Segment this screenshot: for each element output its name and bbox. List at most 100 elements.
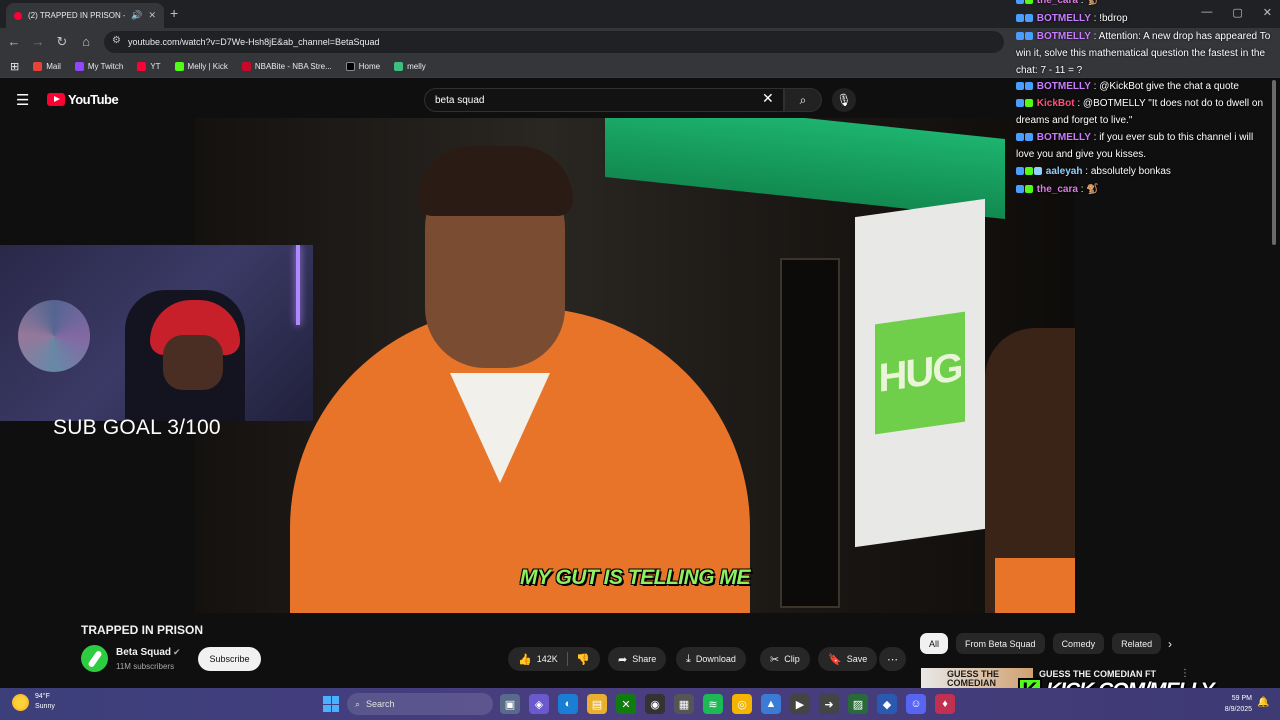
app-icon[interactable]: ♦ xyxy=(935,694,955,714)
streamer-face xyxy=(163,335,223,390)
system-clock[interactable]: 59 PM 8/9/2025 xyxy=(1196,693,1252,715)
terminal-icon[interactable]: ➜ xyxy=(819,694,839,714)
subscriber-count: 11M subscribers xyxy=(116,662,175,671)
photos-icon[interactable]: ▲ xyxy=(761,694,781,714)
share-icon: ➦ xyxy=(618,653,628,666)
channel-avatar[interactable] xyxy=(81,645,108,672)
hamburger-menu-icon[interactable]: ☰ xyxy=(16,91,29,109)
speaker-icon[interactable]: 🔊 xyxy=(131,10,142,21)
url-text: youtube.com/watch?v=D7We-Hsh8jE&ab_chann… xyxy=(128,37,380,47)
youtube-icon xyxy=(137,62,147,71)
gmail-icon xyxy=(33,62,43,71)
start-button[interactable] xyxy=(323,696,339,712)
chat-message: KickBot : @BOTMELLY "It does not do to d… xyxy=(1016,98,1264,126)
download-button[interactable]: ⤓ Download xyxy=(676,647,746,671)
youtube-logo[interactable]: YouTube xyxy=(47,92,119,107)
clip-button[interactable]: ✂ Clip xyxy=(760,647,810,671)
site-info-icon[interactable]: ⚙ xyxy=(112,35,121,46)
chevron-right-icon[interactable]: › xyxy=(1168,637,1172,651)
youtube-play-icon xyxy=(47,93,65,106)
led-strip xyxy=(296,245,300,325)
chip-comedy[interactable]: Comedy xyxy=(1052,633,1105,654)
bot-badge-icon xyxy=(1025,14,1033,22)
task-view-icon[interactable]: ▣ xyxy=(500,694,520,714)
reload-icon[interactable]: ↻ xyxy=(54,34,70,50)
taskbar-search[interactable]: ⌕ Search xyxy=(347,693,493,715)
badge-icon xyxy=(1016,32,1024,40)
obs-icon[interactable]: ◉ xyxy=(645,694,665,714)
page-scrollbar[interactable] xyxy=(1272,80,1276,245)
x-icon xyxy=(345,62,355,71)
screen: (2) TRAPPED IN PRISON - Y 🔊 ✕ + — ▢ ✕ ← … xyxy=(0,0,1280,720)
weather-widget[interactable]: 94°F Sunny xyxy=(12,692,55,712)
badge-icon xyxy=(1025,0,1033,4)
chat-message: BOTMELLY : if you ever sub to this chann… xyxy=(1016,132,1254,160)
like-icon[interactable]: 👍 xyxy=(518,653,532,666)
save-button[interactable]: 🔖 Save xyxy=(818,647,878,671)
chip-from-beta-squad[interactable]: From Beta Squad xyxy=(956,633,1045,654)
chrome-icon[interactable]: ◎ xyxy=(732,694,752,714)
clear-search-icon[interactable]: ✕ xyxy=(762,90,774,107)
like-dislike-group: 👍 142K 👎 xyxy=(508,647,600,671)
apps-grid-icon[interactable]: ⊞ xyxy=(10,60,19,73)
bookmark-melly-kick[interactable]: Melly | Kick xyxy=(174,62,228,71)
dislike-icon[interactable]: 👎 xyxy=(576,653,590,666)
bookmark-yt[interactable]: YT xyxy=(137,62,161,71)
search-value: beta squad xyxy=(435,94,485,106)
wall-decoration xyxy=(18,300,90,372)
close-tab-icon[interactable]: ✕ xyxy=(148,10,156,21)
app-icon[interactable]: ◆ xyxy=(877,694,897,714)
bot-badge-icon xyxy=(1025,133,1033,141)
microphone-icon: 🎙 xyxy=(836,93,852,107)
badge-icon xyxy=(1034,167,1042,175)
xbox-icon[interactable]: ✕ xyxy=(616,694,636,714)
share-button[interactable]: ➦ Share xyxy=(608,647,667,671)
url-input[interactable]: ⚙ youtube.com/watch?v=D7We-Hsh8jE&ab_cha… xyxy=(104,31,1004,53)
bookmark-my-twitch[interactable]: My Twitch xyxy=(74,62,123,71)
file-explorer-icon[interactable]: ▤ xyxy=(587,694,607,714)
bookmark-home[interactable]: Home xyxy=(345,62,380,71)
media-player-icon[interactable]: ▶ xyxy=(790,694,810,714)
chat-message: BOTMELLY : !bdrop xyxy=(1016,10,1274,27)
badge-icon xyxy=(1025,185,1033,193)
nba-icon xyxy=(241,62,251,71)
sub-goal-text: SUB GOAL 3/100 xyxy=(53,416,221,439)
like-count[interactable]: 142K xyxy=(537,654,558,664)
windows-taskbar: 94°F Sunny ⌕ Search ▣ ◈ ◐ ▤ ✕ ◉ ▦ ≋ ◎ ▲ … xyxy=(0,688,1280,720)
search-button[interactable]: ⌕ xyxy=(784,88,822,112)
copilot-icon[interactable]: ◈ xyxy=(529,694,549,714)
new-tab-icon[interactable]: + xyxy=(170,5,178,21)
notification-icon[interactable]: 🔔 xyxy=(1257,697,1269,708)
bookmark-mail[interactable]: Mail xyxy=(33,62,61,71)
recommended-thumbnail[interactable]: GUESS THE COMEDIAN xyxy=(921,668,1033,690)
bookmark-nbabite[interactable]: NBABite - NBA Stre... xyxy=(241,62,332,71)
video-player[interactable]: HUG MY GUT IS TELLING ME xyxy=(195,118,1075,613)
channel-name[interactable]: Beta Squad xyxy=(116,647,171,658)
video-door xyxy=(780,258,840,608)
app-icon[interactable]: ▨ xyxy=(848,694,868,714)
download-icon: ⤓ xyxy=(686,652,691,665)
voice-search-button[interactable]: 🎙 xyxy=(832,88,856,112)
browser-tab[interactable]: (2) TRAPPED IN PRISON - Y 🔊 ✕ xyxy=(6,3,164,28)
discord-icon[interactable]: ☺ xyxy=(906,694,926,714)
search-icon: ⌕ xyxy=(799,93,807,107)
pinned-apps: ▣ ◈ ◐ ▤ ✕ ◉ ▦ ≋ ◎ ▲ ▶ ➜ ▨ ◆ ☺ ♦ xyxy=(500,694,955,714)
search-input[interactable]: beta squad xyxy=(424,88,784,112)
edge-icon[interactable]: ◐ xyxy=(558,694,578,714)
more-actions-button[interactable]: ⋯ xyxy=(879,647,906,671)
tab-title: (2) TRAPPED IN PRISON - Y xyxy=(28,11,126,20)
back-icon[interactable]: ← xyxy=(6,34,22,49)
chip-related[interactable]: Related xyxy=(1112,633,1162,654)
bookmark-melly[interactable]: melly xyxy=(394,62,426,71)
chip-all[interactable]: All xyxy=(920,633,949,654)
forward-icon[interactable]: → xyxy=(30,34,46,49)
video-title: TRAPPED IN PRISON xyxy=(81,623,204,637)
home-icon[interactable]: ⌂ xyxy=(78,34,94,49)
chat-message: aaleyah : absolutely bonkas xyxy=(1016,163,1274,180)
chat-message: the_cara : 🐒 xyxy=(1016,181,1274,198)
badge-icon xyxy=(1016,133,1024,141)
store-icon[interactable]: ▦ xyxy=(674,694,694,714)
badge-icon xyxy=(1016,185,1024,193)
spotify-icon[interactable]: ≋ xyxy=(703,694,723,714)
subscribe-button[interactable]: Subscribe xyxy=(198,647,261,671)
